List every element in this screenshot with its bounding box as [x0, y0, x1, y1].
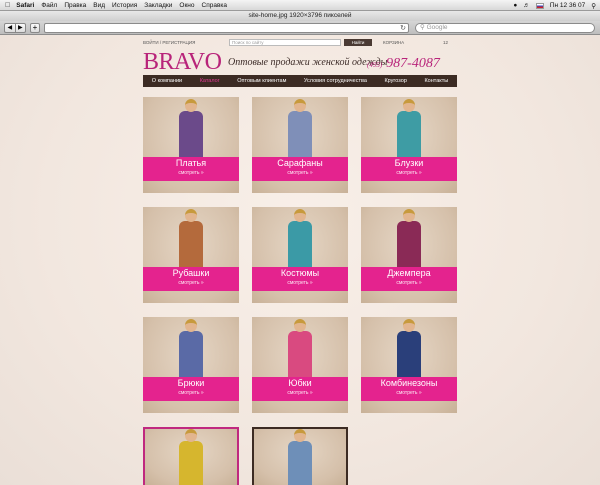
nav-contacts[interactable]: Контакты [424, 78, 448, 84]
cart-count: 12 [443, 40, 449, 45]
wifi-icon[interactable]: ● [513, 2, 517, 9]
menu-history[interactable]: История [112, 2, 137, 9]
category-band: Сарафаны смотреть » [252, 157, 348, 181]
model-photo [179, 429, 203, 485]
back-icon[interactable]: ◀ [5, 24, 15, 32]
view-link[interactable]: смотреть » [143, 280, 239, 286]
add-bookmark-button[interactable]: + [30, 23, 40, 33]
view-link[interactable]: смотреть » [252, 170, 348, 176]
category-band: Костюмы смотреть » [252, 267, 348, 291]
category-tile-skirts[interactable]: Юбки смотреть » [252, 317, 348, 413]
menu-window[interactable]: Окно [179, 2, 194, 9]
product-tile[interactable] [143, 427, 239, 485]
nav-terms[interactable]: Условия сотрудничества [304, 78, 367, 84]
model-photo [397, 319, 421, 385]
site-topline: ВОЙТИ / РЕГИСТРАЦИЯ Поиск по сайту Найти… [143, 39, 457, 47]
model-photo [397, 99, 421, 165]
site-search-input[interactable]: Поиск по сайту [229, 39, 341, 46]
menu-help[interactable]: Справка [202, 2, 228, 9]
menubar-clock[interactable]: Пн 12 36 07 [550, 2, 585, 9]
category-band: Платья смотреть » [143, 157, 239, 181]
category-name: Комбинезоны [380, 378, 438, 388]
volume-icon[interactable]: ♬ [523, 2, 530, 9]
category-band: Брюки смотреть » [143, 377, 239, 401]
address-bar[interactable]: ↻ [44, 23, 409, 33]
site-logo[interactable]: BRAVO [143, 49, 222, 76]
view-link[interactable]: смотреть » [252, 280, 348, 286]
menu-view[interactable]: Вид [93, 2, 105, 9]
web-page: ВОЙТИ / РЕГИСТРАЦИЯ Поиск по сайту Найти… [0, 35, 600, 485]
nav-catalog[interactable]: Каталог [200, 78, 220, 84]
model-photo [288, 209, 312, 275]
category-name: Сарафаны [277, 158, 323, 168]
view-link[interactable]: смотреть » [252, 390, 348, 396]
phone-number: 987-4087 [386, 56, 440, 71]
model-photo [288, 99, 312, 165]
menu-app[interactable]: Safari [16, 2, 34, 9]
cart-link[interactable]: КОРЗИНА [383, 40, 404, 45]
category-band: Блузки смотреть » [361, 157, 457, 181]
browser-toolbar: ◀ ▶ + ↻ ⚲ Google [0, 21, 600, 35]
view-link[interactable]: смотреть » [143, 170, 239, 176]
category-band: Комбинезоны смотреть » [361, 377, 457, 401]
category-name: Юбки [288, 378, 312, 388]
category-tile-suits[interactable]: Костюмы смотреть » [252, 207, 348, 303]
category-band: Юбки смотреть » [252, 377, 348, 401]
apple-icon[interactable]:  [5, 2, 10, 9]
view-link[interactable]: смотреть » [143, 390, 239, 396]
menu-bookmarks[interactable]: Закладки [144, 2, 172, 9]
category-band: Рубашки смотреть » [143, 267, 239, 291]
model-photo [397, 209, 421, 275]
view-link[interactable]: смотреть » [361, 170, 457, 176]
forward-icon[interactable]: ▶ [14, 24, 26, 32]
menu-edit[interactable]: Правка [64, 2, 86, 9]
window-title: site-home.jpg 1920×3796 пикселей [0, 11, 600, 21]
category-tile-dresses[interactable]: Платья смотреть » [143, 97, 239, 193]
model-photo [179, 99, 203, 165]
spotlight-icon[interactable]: ⚲ [591, 2, 596, 10]
view-link[interactable]: смотреть » [361, 390, 457, 396]
product-tile[interactable] [252, 427, 348, 485]
main-nav: О компании Каталог Оптовым клиентам Усло… [143, 75, 457, 87]
login-link[interactable]: ВОЙТИ / РЕГИСТРАЦИЯ [143, 40, 195, 45]
category-tile-shirts[interactable]: Рубашки смотреть » [143, 207, 239, 303]
menubar-status: ● ♬ Пн 12 36 07 ⚲ [513, 0, 596, 11]
category-name: Костюмы [280, 268, 320, 278]
nav-outlook[interactable]: Кругозор [384, 78, 406, 84]
site-search-button[interactable]: Найти [344, 39, 372, 46]
category-tile-sundresses[interactable]: Сарафаны смотреть » [252, 97, 348, 193]
category-band: Джемпера смотреть » [361, 267, 457, 291]
reload-icon[interactable]: ↻ [400, 24, 406, 33]
category-tile-jumpsuits[interactable]: Комбинезоны смотреть » [361, 317, 457, 413]
nav-about[interactable]: О компании [152, 78, 182, 84]
model-photo [179, 319, 203, 385]
input-flag-icon[interactable] [535, 2, 544, 9]
category-name: Брюки [177, 378, 205, 388]
model-photo [288, 429, 312, 485]
category-tile-blouses[interactable]: Блузки смотреть » [361, 97, 457, 193]
category-tile-jumpers[interactable]: Джемпера смотреть » [361, 207, 457, 303]
mac-menubar:  Safari Файл Правка Вид История Закладк… [0, 0, 600, 11]
model-photo [288, 319, 312, 385]
category-name: Блузки [394, 158, 424, 168]
category-name: Джемпера [387, 268, 431, 278]
browser-search-placeholder: Google [426, 24, 448, 31]
category-name: Платья [175, 158, 207, 168]
nav-wholesale[interactable]: Оптовым клиентам [237, 78, 286, 84]
site-phone: (495) 987-4087 [367, 54, 440, 72]
search-icon: ⚲ [420, 24, 425, 31]
category-tile-trousers[interactable]: Брюки смотреть » [143, 317, 239, 413]
browser-search-field[interactable]: ⚲ Google [415, 23, 595, 33]
phone-code: (495) [367, 61, 383, 69]
menu-file[interactable]: Файл [41, 2, 57, 9]
category-name: Рубашки [172, 268, 210, 278]
site-tagline: Оптовые продажи женской одежды [228, 57, 388, 68]
nav-buttons: ◀ ▶ [4, 23, 26, 33]
model-photo [179, 209, 203, 275]
view-link[interactable]: смотреть » [361, 280, 457, 286]
